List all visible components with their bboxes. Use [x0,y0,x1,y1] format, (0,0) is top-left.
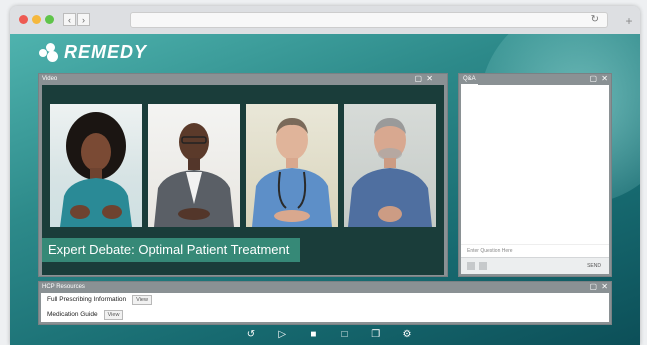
question-input[interactable]: Enter Question Here [461,244,609,257]
video-panel: Video ▢ ✕ Expert Debate: Optimal Patient… [38,73,448,277]
popout-icon[interactable]: ▢ [414,75,422,83]
bookmark-icon[interactable]: □ [338,328,352,342]
view-button[interactable]: View [132,295,152,305]
participant-3-image [252,118,332,227]
close-window-dot[interactable] [19,15,28,24]
reload-icon[interactable]: ↻ [591,13,599,27]
participant-2-image [154,123,234,227]
popout-icon[interactable]: ▢ [589,75,597,83]
participant-4-image [348,118,432,227]
browser-titlebar: ‹ › ↻ + [10,6,640,35]
slides-icon[interactable]: ❐ [369,328,383,342]
settings-icon[interactable]: ⚙ [400,328,414,342]
resource-label: Medication Guide [47,311,98,318]
close-icon[interactable]: ✕ [601,75,608,83]
resources-panel: HCP Resources ▢ ✕ Full Prescribing Infor… [38,281,612,325]
qa-messages: Enter Question Here SEND [461,85,609,274]
resources-panel-title: HCP Resources [42,284,85,290]
chevron-left-icon[interactable]: ‹ [63,13,76,26]
chevron-right-icon[interactable]: › [77,13,90,26]
chat-icon[interactable]: ■ [306,328,320,342]
view-button[interactable]: View [103,310,124,320]
bottom-toolbar: ↺ ▷ ■ □ ❐ ⚙ [244,328,414,342]
close-icon[interactable]: ✕ [426,75,433,83]
resource-label: Full Prescribing Information [47,296,127,303]
participant-tile-2[interactable] [148,104,240,227]
close-icon[interactable]: ✕ [601,283,608,291]
qa-panel-title[interactable]: Q&A [461,74,478,85]
minimize-window-dot[interactable] [32,15,41,24]
plus-icon[interactable]: + [622,14,636,28]
qa-action-bar: SEND [461,257,609,274]
video-panel-title: Video [42,76,58,82]
banner-prefix: Expert Debate: [48,242,135,257]
popout-icon[interactable]: ▢ [589,283,597,291]
resources-list: Full Prescribing Information View Medica… [41,293,609,322]
video-icon[interactable]: ▷ [275,328,289,342]
participant-tile-3[interactable] [246,104,338,227]
brand-name: REMEDY [64,41,148,62]
address-bar[interactable]: ↻ [130,12,608,28]
attach-icon[interactable] [467,262,475,270]
browser-window: ‹ › ↻ + REMEDY Video ▢ ✕ Expert Debate: … [10,6,640,345]
maximize-window-dot[interactable] [45,15,54,24]
replay-icon[interactable]: ↺ [244,328,258,342]
banner-rest: Optimal Patient Treatment [134,242,290,257]
video-stage[interactable]: Expert Debate: Optimal Patient Treatment [42,85,444,275]
emoji-icon[interactable] [479,262,487,270]
participant-tile-4[interactable] [344,104,436,227]
brand-logo: REMEDY [38,42,147,62]
logo-mark-icon [38,42,60,62]
participant-tile-1[interactable] [50,104,142,227]
participant-1-image [60,112,132,227]
session-title-banner: Expert Debate: Optimal Patient Treatment [42,238,300,262]
resource-row: Medication Guide View [47,309,124,321]
app-viewport: REMEDY Video ▢ ✕ Expert Debate: Optimal … [10,34,640,345]
resource-row: Full Prescribing Information View [47,294,152,306]
send-button[interactable]: SEND [587,262,601,270]
qa-panel: Q&A ▢ ✕ Enter Question Here SEND [458,73,612,277]
